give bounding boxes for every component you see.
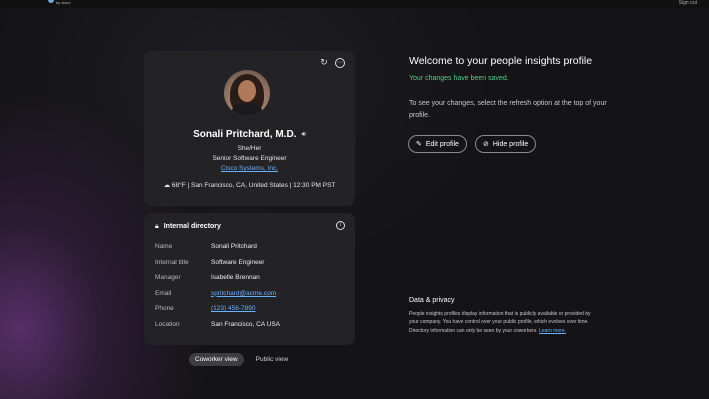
privacy-title: Data & privacy [409,297,455,304]
directory-title: Internal directory [163,223,221,230]
directory-row-phone: Phone (123) 456-7890 [155,301,280,317]
directory-row-name: Name Sonali Pritchard [155,239,280,255]
profile-job-title: Senior Software Engineer [212,155,287,162]
cloud-weather-icon: ☁ [163,182,171,189]
avatar [224,70,270,116]
refresh-icon[interactable]: ↻ [319,58,329,68]
edit-profile-button[interactable]: ✎ Edit profile [408,135,467,153]
eye-slash-icon: ⊘ [482,140,489,148]
directory-row-email: Email spritchard@acme.com [155,286,280,302]
email-link[interactable]: spritchard@acme.com [211,290,276,297]
lock-icon: 🔒︎ [155,222,159,230]
more-options-icon[interactable]: ⋯ [335,58,345,68]
edit-profile-label: Edit profile [425,140,459,148]
directory-row-internal-title: Internal title Software Engineer [155,255,280,271]
view-toggle: Coworker view Public view [189,353,294,366]
hide-profile-label: Hide profile [492,140,529,148]
directory-rows: Name Sonali Pritchard Internal title Sof… [155,239,280,332]
brand-subtitle: by cisco [56,0,71,5]
pencil-icon: ✎ [416,140,422,148]
row-label: Manager [155,274,181,282]
row-label: Name [155,243,173,251]
row-label: Email [155,289,172,297]
profile-name: Sonali Pritchard, M.D. [193,129,297,140]
row-value: Sonali Pritchard [211,243,257,251]
weather-location-time-text: 68°F | San Francisco, CA, United States … [171,182,336,189]
internal-directory-card: 🔒︎ Internal directory i Name Sonali Prit… [144,213,355,345]
coworker-view-button[interactable]: Coworker view [189,353,244,366]
row-value: Software Engineer [211,258,265,266]
weather-location-time: ☁ 68°F | San Francisco, CA, United State… [144,181,355,189]
public-view-button[interactable]: Public view [250,353,295,366]
profile-company-link[interactable]: Cisco Systems, Inc. [144,165,355,172]
profile-name-row: Sonali Pritchard, M.D. 🔊︎ [144,129,355,140]
hide-profile-button[interactable]: ⊘ Hide profile [474,135,537,153]
directory-header: 🔒︎ Internal directory [155,222,221,231]
phone-link[interactable]: (123) 456-7890 [211,305,255,312]
row-label: Internal title [155,258,189,266]
row-label: Location [155,320,180,328]
audio-pronunciation-icon[interactable]: 🔊︎ [301,130,305,139]
row-value: Isabelle Brennan [211,274,260,282]
row-label: Phone [155,305,174,313]
privacy-text: People insights profiles display informa… [409,310,599,335]
sign-out-link[interactable]: Sign out [679,0,697,6]
top-bar [0,0,709,8]
directory-row-manager: Manager Isabelle Brennan [155,270,280,286]
learn-more-link[interactable]: Learn more. [539,328,566,334]
profile-actions: ✎ Edit profile ⊘ Hide profile [408,135,537,153]
info-icon[interactable]: i [336,221,345,230]
directory-row-location: Location San Francisco, CA USA [155,317,280,333]
row-value: San Francisco, CA USA [211,320,280,328]
success-message: Your changes have been saved. [409,75,509,82]
profile-pronouns: She/Her [237,145,262,152]
profile-card: ↻ ⋯ Sonali Pritchard, M.D. 🔊︎ She/Her Se… [144,51,355,206]
page-title: Welcome to your people insights profile [409,55,593,67]
refresh-instructions: To see your changes, select the refresh … [409,100,607,119]
